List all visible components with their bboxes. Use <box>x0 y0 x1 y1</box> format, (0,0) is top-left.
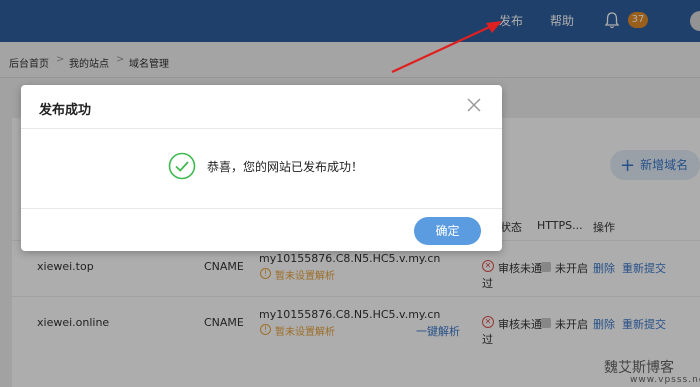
confirm-button[interactable]: 确定 <box>414 217 481 245</box>
close-icon[interactable] <box>465 96 483 114</box>
watermark-text: 魏艾斯博客 <box>604 360 674 376</box>
check-circle-icon <box>168 152 196 180</box>
dialog-body: 恭喜，您的网站已发布成功！ <box>21 129 502 209</box>
publish-success-dialog: 发布成功 恭喜，您的网站已发布成功！ 确定 <box>21 85 502 251</box>
success-message: 恭喜，您的网站已发布成功！ <box>207 160 364 174</box>
dialog-header: 发布成功 <box>21 85 502 129</box>
dialog-title: 发布成功 <box>39 103 92 118</box>
watermark-url: www.vpsss.net <box>630 375 700 385</box>
